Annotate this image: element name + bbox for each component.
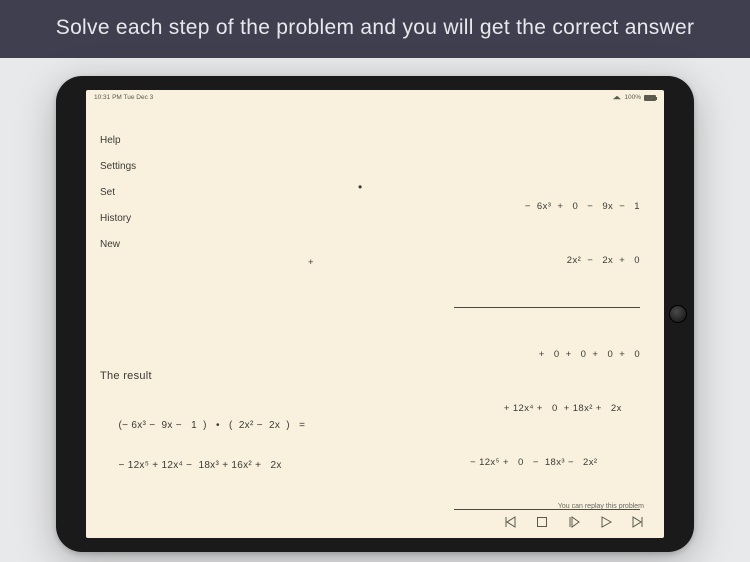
battery-percent: 100% xyxy=(624,94,641,101)
app-screen: 10:31 PM Tue Dec 3 100% Help Settings Se… xyxy=(86,90,664,538)
rule-1 xyxy=(454,307,640,308)
status-bar: 10:31 PM Tue Dec 3 100% xyxy=(86,90,664,103)
menu-settings[interactable]: Settings xyxy=(100,154,136,180)
play-icon[interactable] xyxy=(600,516,612,528)
partial-1: + 0 + 0 + 0 + 0 xyxy=(454,346,640,364)
sidebar-menu: Help Settings Set History New xyxy=(100,128,136,258)
multiplicand: − 6x³ + 0 − 9x − 1 xyxy=(454,198,640,216)
multiply-symbol: • xyxy=(358,180,362,194)
home-button[interactable] xyxy=(669,305,687,323)
promo-banner: Solve each step of the problem and you w… xyxy=(0,0,750,58)
multiplier: 2x² − 2x + 0 xyxy=(454,252,640,270)
partial-2: + 12x⁴ + 0 + 18x² + 2x xyxy=(454,400,640,418)
plus-symbol: + xyxy=(308,257,314,268)
result-block: The result (− 6x³ − 9x − 1 ) • ( 2x² − 2… xyxy=(100,326,305,496)
skip-forward-icon[interactable] xyxy=(632,516,644,528)
result-answer: − 12x⁵ + 12x⁴ − 18x³ + 16x² + 2x xyxy=(118,460,281,471)
menu-history[interactable]: History xyxy=(100,206,136,232)
replay-controls: You can replay this problem xyxy=(504,503,644,528)
long-multiplication: − 6x³ + 0 − 9x − 1 2x² − 2x + 0 + 0 + 0 … xyxy=(454,162,640,538)
replay-label: You can replay this problem xyxy=(504,503,644,510)
menu-new[interactable]: New xyxy=(100,232,136,258)
status-time: 10:31 PM Tue Dec 3 xyxy=(94,94,153,101)
stop-icon[interactable] xyxy=(536,516,548,528)
tablet-frame: 10:31 PM Tue Dec 3 100% Help Settings Se… xyxy=(56,76,694,552)
menu-set[interactable]: Set xyxy=(100,180,136,206)
battery-icon xyxy=(644,95,656,101)
menu-help[interactable]: Help xyxy=(100,128,136,154)
result-equation: (− 6x³ − 9x − 1 ) • ( 2x² − 2x ) = xyxy=(118,420,305,431)
wifi-icon xyxy=(613,96,621,100)
partial-3: − 12x⁵ + 0 − 18x³ − 2x² xyxy=(454,454,640,472)
result-label: The result xyxy=(100,366,305,386)
skip-back-icon[interactable] xyxy=(504,516,516,528)
step-icon[interactable] xyxy=(568,516,580,528)
